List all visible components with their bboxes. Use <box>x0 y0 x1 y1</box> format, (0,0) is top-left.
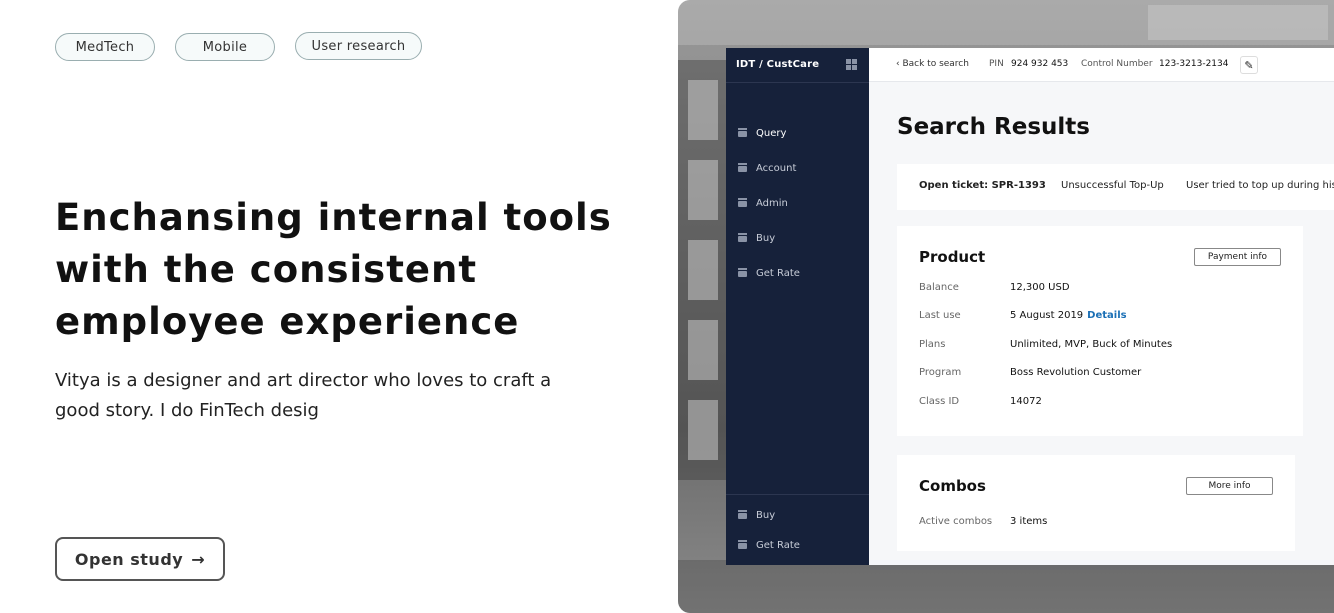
headline-line: Enchansing internal tools <box>55 196 612 239</box>
grid-icon[interactable] <box>846 59 857 70</box>
ticket-note: User tried to top up during his <box>1186 180 1334 191</box>
control-number-label: Control Number <box>1081 59 1153 69</box>
payment-info-button[interactable]: Payment info <box>1194 248 1281 266</box>
tag-medtech[interactable]: MedTech <box>55 33 155 61</box>
open-study-button[interactable]: Open study → <box>55 537 225 581</box>
row-value: Unlimited, MVP, Buck of Minutes <box>1010 339 1173 350</box>
sidebar-item-label: Buy <box>756 233 776 244</box>
back-to-search-link[interactable]: ‹ Back to search <box>896 59 969 69</box>
more-info-button[interactable]: More info <box>1186 477 1273 495</box>
sidebar-item-label: Buy <box>756 510 776 521</box>
custcare-app-mockup: IDT / CustCare Query Account Admin Buy G… <box>726 48 1334 565</box>
sidebar-item-buy-bottom[interactable]: Buy <box>738 509 776 521</box>
row-key: Class ID <box>919 396 960 407</box>
inbox-icon <box>738 232 747 242</box>
inbox-icon <box>738 197 747 207</box>
row-value: 12,300 USD <box>1010 282 1070 293</box>
sidebar-item-label: Get Rate <box>756 540 800 551</box>
sidebar-item-admin[interactable]: Admin <box>738 197 788 209</box>
inbox-icon <box>738 267 747 277</box>
product-title: Product <box>919 248 986 266</box>
row-key: Last use <box>919 310 961 321</box>
top-bar: ‹ Back to search PIN 924 932 453 Control… <box>869 48 1334 82</box>
case-study-intro: Vitya is a designer and art director who… <box>55 366 575 426</box>
details-link[interactable]: Details <box>1087 310 1126 321</box>
sidebar-item-get-rate[interactable]: Get Rate <box>738 267 800 279</box>
row-key: Plans <box>919 339 946 350</box>
page-title: Search Results <box>897 114 1090 140</box>
inbox-icon <box>738 539 747 549</box>
sidebar-item-query[interactable]: Query <box>738 127 787 139</box>
pin-label: PIN <box>989 59 1004 69</box>
headline-line: employee experience <box>55 300 520 343</box>
intro-line: Vitya is a designer and art director who… <box>55 370 552 391</box>
sidebar-item-account[interactable]: Account <box>738 162 797 174</box>
sidebar-item-label: Admin <box>756 198 788 209</box>
headline-line: with the consistent <box>55 248 478 291</box>
pencil-icon[interactable]: ✎ <box>1240 56 1258 74</box>
sidebar-item-label: Account <box>756 163 797 174</box>
last-use-value: 5 August 2019 <box>1010 310 1084 321</box>
product-card: Product Payment info Balance 12,300 USD … <box>897 226 1303 436</box>
sidebar-item-get-rate-bottom[interactable]: Get Rate <box>738 539 800 551</box>
combos-title: Combos <box>919 477 986 495</box>
arrow-right-icon: → <box>191 549 206 569</box>
sidebar-item-label: Query <box>756 128 787 139</box>
case-study-headline: Enchansing internal tools with the consi… <box>55 192 615 348</box>
tag-user-research[interactable]: User research <box>295 32 422 60</box>
row-value: 5 August 2019 Details <box>1010 310 1127 321</box>
row-key: Program <box>919 367 962 378</box>
row-value: 14072 <box>1010 396 1042 407</box>
inbox-icon <box>738 127 747 137</box>
row-key: Balance <box>919 282 959 293</box>
inbox-icon <box>738 162 747 172</box>
open-study-label: Open study <box>74 549 184 569</box>
ticket-banner[interactable]: Open ticket: SPR-1393 Unsuccessful Top-U… <box>897 164 1334 210</box>
ticket-reason: Unsuccessful Top-Up <box>1061 180 1164 191</box>
intro-line: good story. I do FinTech desig <box>55 400 319 421</box>
main-content: ‹ Back to search PIN 924 932 453 Control… <box>869 48 1334 565</box>
sidebar-item-buy[interactable]: Buy <box>738 232 776 244</box>
row-value: Boss Revolution Customer <box>1010 367 1142 378</box>
pin-value: 924 932 453 <box>1011 59 1069 69</box>
inbox-icon <box>738 509 747 519</box>
combos-card: Combos More info Active combos 3 items <box>897 455 1295 551</box>
case-study-card: MedTech Mobile User research Enchansing … <box>0 0 678 613</box>
row-value: 3 items <box>1010 516 1048 527</box>
ticket-id: Open ticket: SPR-1393 <box>919 180 1046 191</box>
app-brand: IDT / CustCare <box>736 59 820 70</box>
sidebar: IDT / CustCare Query Account Admin Buy G… <box>726 48 869 565</box>
tag-mobile[interactable]: Mobile <box>175 33 275 61</box>
sidebar-item-label: Get Rate <box>756 268 800 279</box>
control-number-value: 123-3213-2134 <box>1159 59 1229 69</box>
row-key: Active combos <box>919 516 993 527</box>
